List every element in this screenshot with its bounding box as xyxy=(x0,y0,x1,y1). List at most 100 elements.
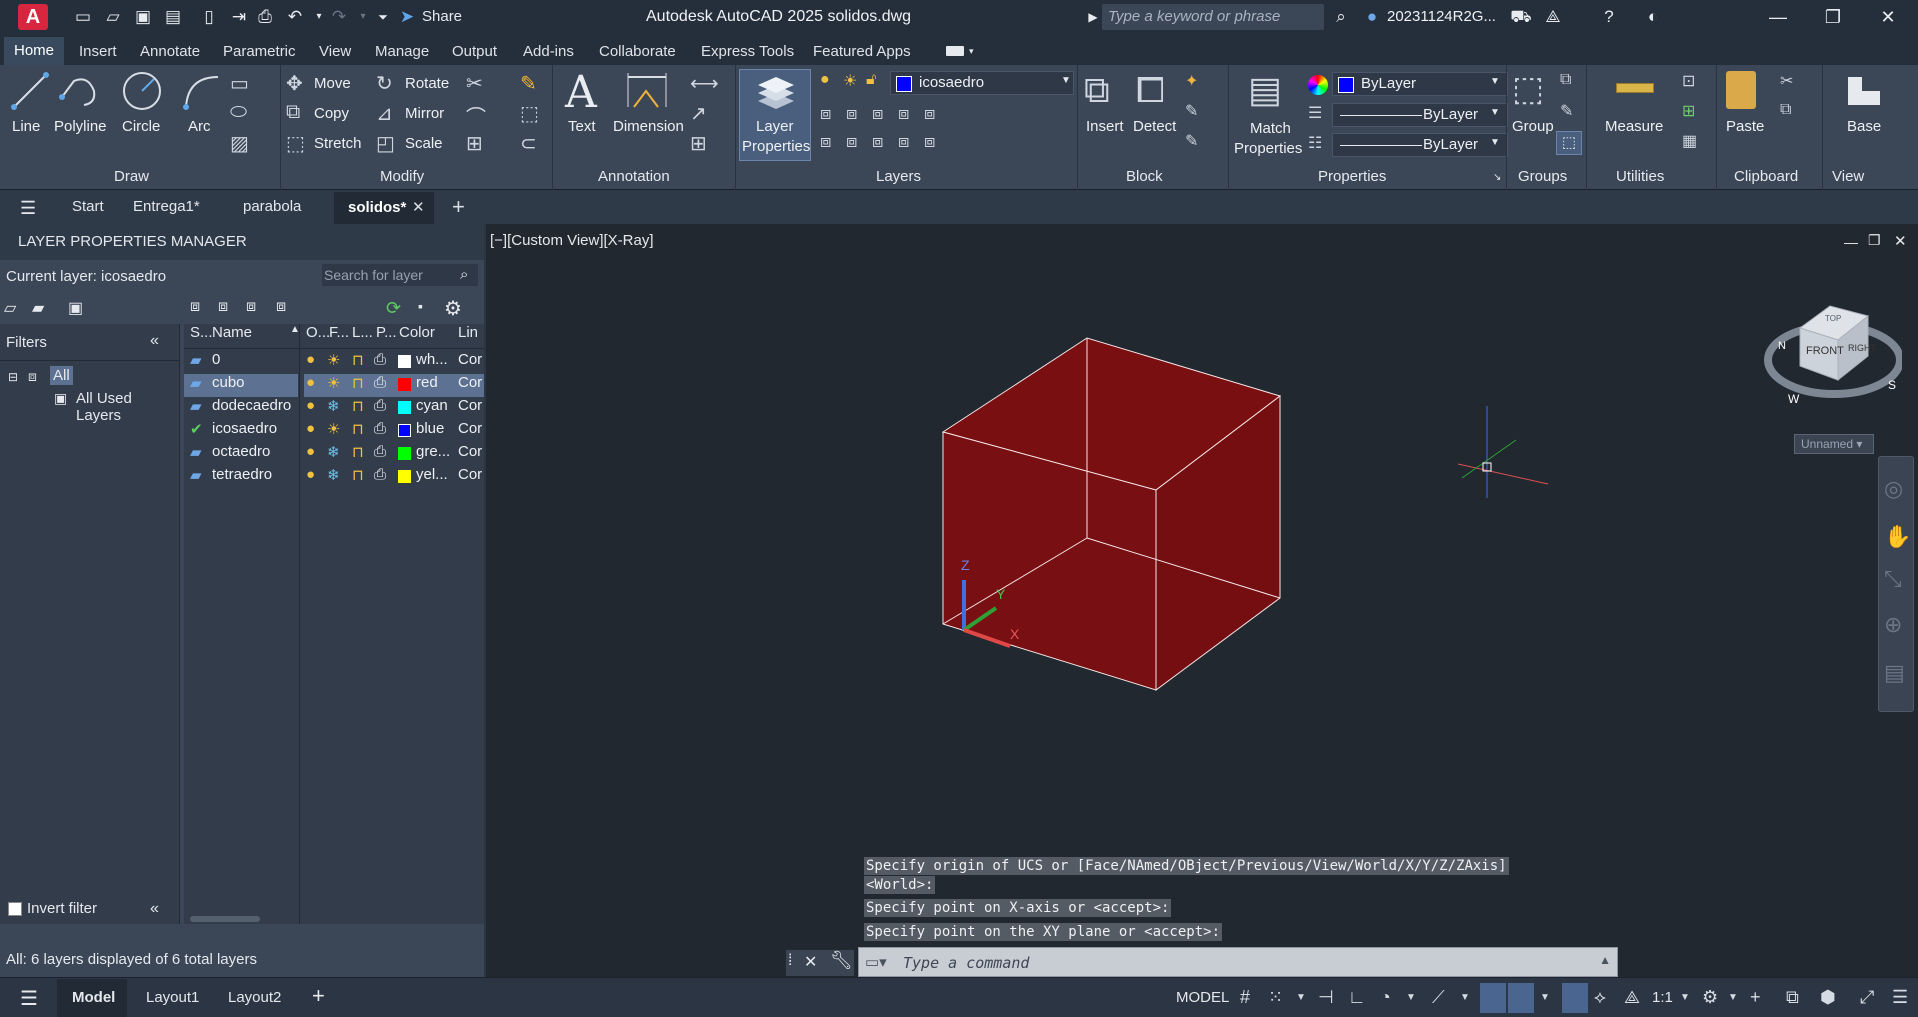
column-color[interactable]: Color xyxy=(399,324,435,341)
chevron-down-icon[interactable]: ▼ xyxy=(1490,107,1500,118)
line-button[interactable]: Line xyxy=(12,118,40,135)
select-all-icon[interactable]: ⊞ xyxy=(1682,101,1695,121)
quick-select-icon[interactable]: ⊡ xyxy=(1682,71,1695,91)
tab-entrega1[interactable]: Entrega1* xyxy=(133,198,200,215)
color-swatch[interactable] xyxy=(398,355,411,368)
tab-manage[interactable]: Manage xyxy=(375,43,429,60)
group-selection-icon[interactable]: ⬚ xyxy=(1556,131,1582,155)
tab-home[interactable]: Home xyxy=(4,37,64,65)
search-icon[interactable]: ⌕ xyxy=(1330,6,1352,28)
layer-on-icon[interactable]: ● xyxy=(306,351,315,368)
customize-quick-access-icon[interactable]: ⏷ xyxy=(372,6,394,28)
layer-unlock-icon[interactable]: ⊓ xyxy=(352,351,364,369)
redo-icon[interactable]: ↷ xyxy=(328,6,350,28)
layer-dropdown[interactable]: icosaedro xyxy=(890,71,1074,95)
save-icon[interactable]: ▣ xyxy=(132,6,154,28)
customization-icon[interactable]: ☰ xyxy=(1892,987,1908,1008)
showmotion-icon[interactable]: ▤ xyxy=(1884,660,1905,686)
column-name[interactable]: Name xyxy=(212,324,252,341)
chevron-down-icon[interactable]: ▼ xyxy=(1680,992,1690,1003)
layer-linetype[interactable]: Cor xyxy=(458,466,482,483)
groups-panel-title[interactable]: Groups xyxy=(1518,168,1567,185)
copy-clip-icon[interactable]: ⧉ xyxy=(1780,101,1791,119)
delete-layer-icon[interactable]: ⧈ xyxy=(246,298,256,316)
layer-unisolate-icon[interactable]: ⧈ xyxy=(924,103,935,124)
match-properties-label-2[interactable]: Properties xyxy=(1234,140,1302,157)
viewcube-top-label[interactable]: TOP xyxy=(1825,314,1841,323)
edit-block-icon[interactable]: ✎ xyxy=(1185,101,1198,121)
match-properties-label-1[interactable]: Match xyxy=(1250,120,1291,137)
web-mobile-icon[interactable]: ▯ xyxy=(198,6,220,28)
layer-linetype[interactable]: Cor xyxy=(458,351,482,368)
new-tab-icon[interactable]: + xyxy=(452,194,465,220)
collapse-icon[interactable]: « xyxy=(150,332,159,350)
snap-icon[interactable]: ⁙ xyxy=(1268,987,1283,1008)
tab-parametric[interactable]: Parametric xyxy=(223,43,296,60)
layers-panel-title[interactable]: Layers xyxy=(876,168,921,185)
stretch-button[interactable]: Stretch xyxy=(314,135,362,152)
layer-match-icon[interactable]: ⧈ xyxy=(846,103,857,124)
layer-freeze-icon[interactable]: ⧈ xyxy=(846,131,857,152)
table-row[interactable]: ✔ icosaedro ● ☀ ⊓ ⎙ blue Cor xyxy=(184,420,484,443)
layer-on-icon[interactable]: ● xyxy=(306,443,315,460)
collapse-icon[interactable]: « xyxy=(150,900,159,918)
block-panel-title[interactable]: Block xyxy=(1126,168,1163,185)
tab-insert[interactable]: Insert xyxy=(79,43,117,60)
gear-icon[interactable]: ⚙ xyxy=(444,296,462,321)
layer-state-icon[interactable]: ⧈ xyxy=(820,103,831,124)
invert-filter-checkbox[interactable] xyxy=(8,902,22,916)
import-icon[interactable]: ⇥ xyxy=(228,6,250,28)
annotation-panel-title[interactable]: Annotation xyxy=(598,168,670,185)
cart-icon[interactable]: ⛟ xyxy=(1510,6,1532,28)
viewcube-right-label[interactable]: RIGHT xyxy=(1848,343,1876,353)
layer-merge-icon[interactable]: ⧈ xyxy=(924,131,935,152)
group-edit-icon[interactable]: ✎ xyxy=(1560,101,1573,121)
layer-linetype[interactable]: Cor xyxy=(458,420,482,437)
color-swatch[interactable] xyxy=(398,378,411,391)
insert-button[interactable]: Insert xyxy=(1086,118,1124,135)
color-swatch[interactable] xyxy=(398,401,411,414)
maximize-button[interactable]: ❐ xyxy=(1813,4,1853,30)
new-layout-icon[interactable]: + xyxy=(312,983,325,1009)
layer-linetype[interactable]: Cor xyxy=(458,397,482,414)
layer-on-icon[interactable]: ● xyxy=(306,397,315,414)
palette-title[interactable]: LAYER PROPERTIES MANAGER xyxy=(0,224,484,260)
table-row[interactable]: ▰ 0 ● ☀ ⊓ ⎙ wh... Cor xyxy=(184,351,484,374)
infer-constraints-icon[interactable]: ⊣ xyxy=(1318,987,1334,1008)
copy-button[interactable]: Copy xyxy=(314,105,349,122)
properties-panel-title[interactable]: Properties xyxy=(1318,168,1386,185)
clean-screen-icon[interactable]: ⤢ xyxy=(1860,987,1874,1008)
table-row[interactable]: ▰ dodecaedro ● ❄ ⊓ ⎙ cyan Cor xyxy=(184,397,484,420)
user-icon[interactable]: ● xyxy=(1361,6,1383,28)
connect-icon[interactable]: ◐ xyxy=(1642,6,1664,28)
plot-icon[interactable]: ⎙ xyxy=(254,6,276,28)
plot-icon[interactable]: ⎙ xyxy=(374,443,386,460)
pan-icon[interactable]: ✋ xyxy=(1884,524,1911,550)
layer-linetype[interactable]: Cor xyxy=(458,443,482,460)
table-row[interactable]: ▰ octaedro ● ❄ ⊓ ⎙ gre... Cor xyxy=(184,443,484,466)
chevron-down-icon[interactable]: ▼ xyxy=(1061,75,1071,86)
clipboard-panel-title[interactable]: Clipboard xyxy=(1734,168,1798,185)
layer-thaw-icon[interactable]: ☀ xyxy=(327,420,340,438)
draw-panel-title[interactable]: Draw xyxy=(114,168,149,185)
chevron-down-icon[interactable]: ▼ xyxy=(1540,992,1550,1003)
undo-dropdown-icon[interactable]: ▾ xyxy=(308,6,330,28)
annotation-scale-value[interactable]: 1:1 xyxy=(1652,989,1673,1006)
units-icon[interactable]: ⧉ xyxy=(1786,987,1799,1008)
layer-unlock-icon[interactable]: ⊓ xyxy=(352,443,364,461)
hatch-icon[interactable]: ▨ xyxy=(230,131,249,156)
color-wheel-icon[interactable] xyxy=(1308,75,1328,95)
tab-featured-apps[interactable]: Featured Apps xyxy=(813,43,911,60)
steering-wheel-icon[interactable]: ◎ xyxy=(1884,476,1903,502)
erase-icon[interactable]: ✎ xyxy=(520,71,537,96)
new-filter-icon[interactable]: ▱ xyxy=(4,298,16,318)
set-current-icon[interactable]: ⧈ xyxy=(276,298,286,316)
color-dropdown[interactable]: ByLayer xyxy=(1332,72,1508,96)
close-tab-icon[interactable]: ✕ xyxy=(412,198,425,216)
layer-thaw-icon[interactable]: ☀ xyxy=(327,374,340,392)
hamburger-menu-icon[interactable]: ☰ xyxy=(20,986,38,1011)
create-block-icon[interactable]: ✦ xyxy=(1185,71,1198,91)
layer-on-icon[interactable]: ● xyxy=(306,374,315,391)
customize-command-icon[interactable]: 🔧︎ xyxy=(830,950,853,971)
orbit-icon[interactable]: ⊕ xyxy=(1884,612,1902,638)
